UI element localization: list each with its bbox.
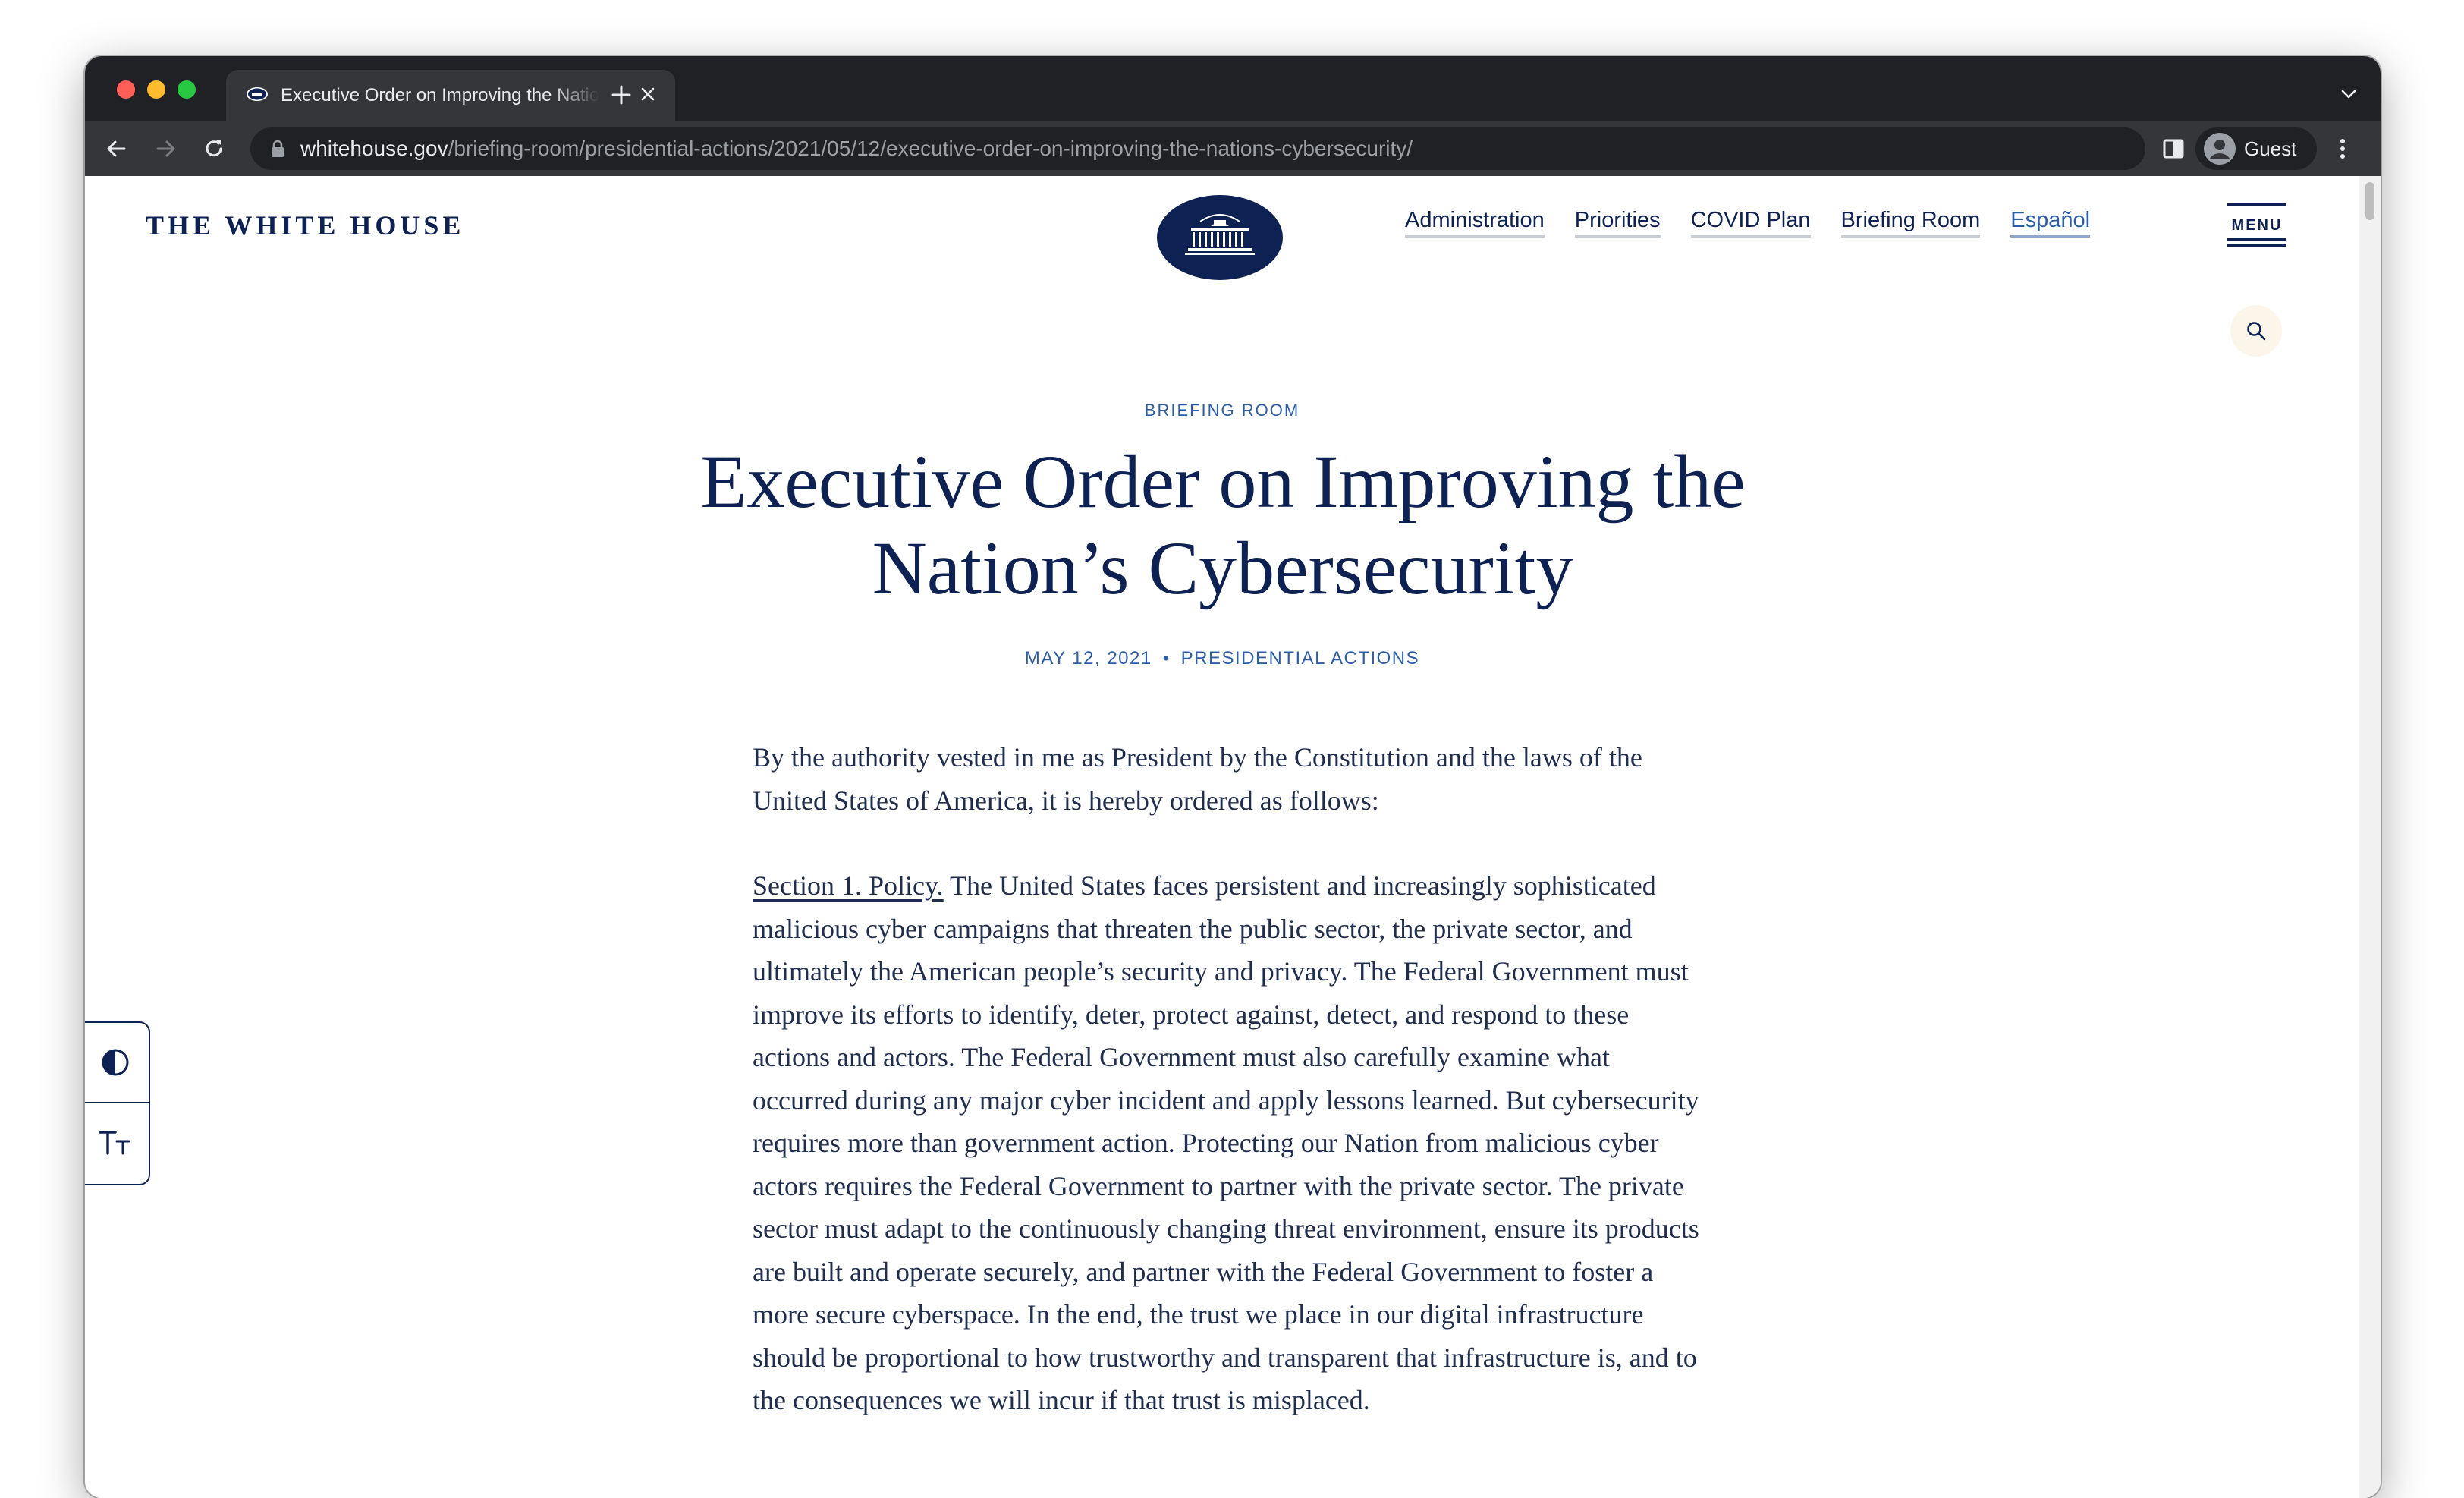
minimize-window-button[interactable]	[147, 80, 165, 99]
scrollbar-thumb[interactable]	[2365, 182, 2374, 220]
guest-avatar-icon	[2204, 133, 2236, 165]
menu-label: MENU	[2231, 217, 2283, 234]
url-path: /briefing-room/presidential-actions/2021…	[448, 137, 1413, 160]
search-button[interactable]	[2230, 305, 2282, 357]
section-1-text: The United States faces persistent and i…	[753, 870, 1699, 1415]
article-meta: MAY 12, 2021 • PRESIDENTIAL ACTIONS	[85, 648, 2359, 669]
page-title: Executive Order on Improving the Nation’…	[700, 439, 1746, 610]
nav-covid-plan[interactable]: COVID Plan	[1690, 206, 1811, 238]
white-house-logo-icon[interactable]	[1156, 194, 1284, 281]
side-panel-icon[interactable]	[2161, 135, 2188, 162]
nav-administration[interactable]: Administration	[1405, 206, 1545, 238]
url-text: whitehouse.gov/briefing-room/presidentia…	[300, 137, 1413, 161]
forward-arrow-icon[interactable]	[152, 135, 179, 162]
meta-separator: •	[1162, 648, 1171, 669]
address-bar[interactable]: whitehouse.gov/briefing-room/presidentia…	[250, 127, 2145, 170]
main-navigation: Administration Priorities COVID Plan Briefi…	[1405, 206, 2120, 243]
page-viewport: THE WHITE HOUSE Administration Priorities…	[85, 176, 2381, 1498]
tab-search-chevron-icon[interactable]	[2340, 87, 2358, 102]
text-size-icon	[99, 1131, 130, 1155]
accessibility-toolbar	[85, 1021, 150, 1185]
publish-date: MAY 12, 2021	[1024, 648, 1152, 669]
scrollbar[interactable]	[2359, 176, 2381, 1498]
search-icon	[2247, 322, 2266, 341]
reload-icon[interactable]	[200, 135, 228, 162]
intro-paragraph: By the authority vested in me as Preside…	[753, 742, 1642, 816]
contrast-toggle-button[interactable]	[85, 1023, 149, 1103]
category-link[interactable]: PRESIDENTIAL ACTIONS	[1181, 648, 1420, 669]
site-wordmark[interactable]: THE WHITE HOUSE	[146, 209, 464, 241]
url-host: whitehouse.gov	[300, 137, 448, 160]
close-window-button[interactable]	[117, 80, 135, 99]
profile-button[interactable]: Guest	[2195, 127, 2317, 170]
menu-button[interactable]: MENU	[2227, 203, 2286, 249]
text-size-button[interactable]	[85, 1103, 149, 1182]
article-body: By the authority vested in me as Preside…	[753, 736, 1708, 1465]
menu-top-line	[2227, 203, 2286, 206]
nav-priorities[interactable]: Priorities	[1574, 206, 1661, 238]
back-arrow-icon[interactable]	[103, 135, 130, 162]
contrast-icon	[102, 1049, 129, 1076]
profile-label: Guest	[2244, 137, 2297, 160]
close-tab-icon[interactable]	[636, 82, 660, 106]
menu-bottom-line	[2227, 238, 2286, 241]
new-tab-icon[interactable]	[608, 82, 634, 108]
lock-icon[interactable]	[270, 140, 285, 158]
browser-window: Executive Order on Improving the Nation'…	[85, 56, 2381, 1498]
section-1-heading: Section 1. Policy.	[753, 870, 944, 901]
tab-strip: Executive Order on Improving the Nation'…	[85, 56, 2381, 121]
more-options-icon[interactable]	[2335, 135, 2350, 162]
nav-espanol[interactable]: Español	[2010, 206, 2091, 238]
section-1-paragraph: Section 1. Policy. The United States fac…	[753, 864, 1708, 1422]
section-eyebrow[interactable]: BRIEFING ROOM	[85, 401, 2359, 420]
white-house-favicon-icon	[247, 87, 268, 101]
menu-bottom-line-2	[2227, 244, 2286, 247]
browser-toolbar: whitehouse.gov/briefing-room/presidentia…	[85, 121, 2381, 176]
nav-briefing-room[interactable]: Briefing Room	[1840, 206, 1981, 238]
maximize-window-button[interactable]	[178, 80, 196, 99]
tab-title: Executive Order on Improving the Nation'…	[281, 85, 599, 105]
